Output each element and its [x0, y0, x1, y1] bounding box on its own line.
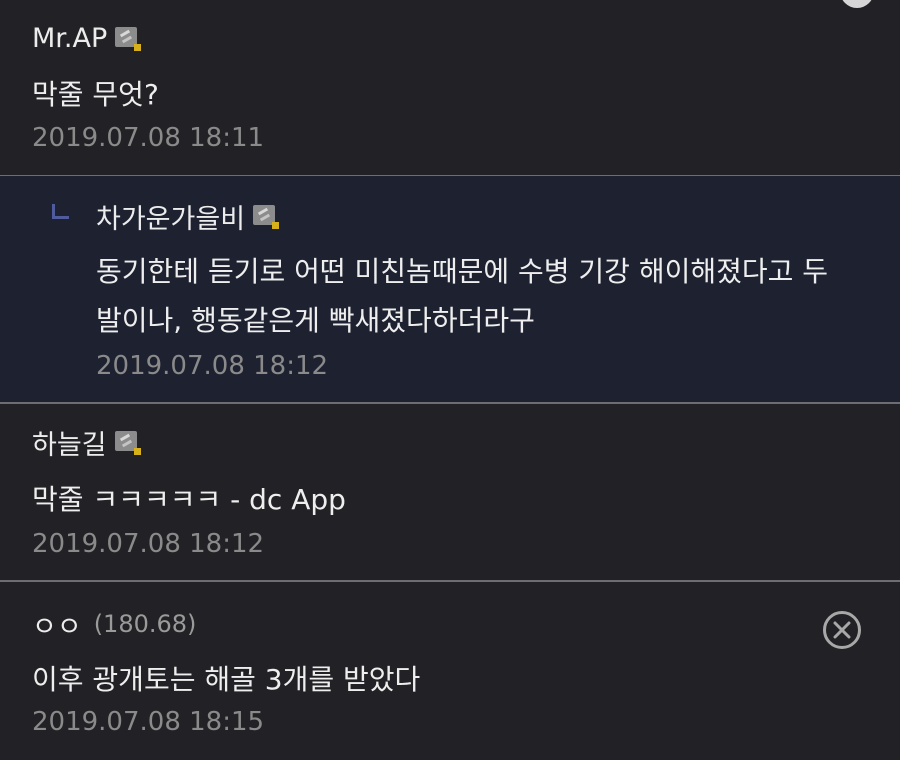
gallery-member-icon: [114, 431, 141, 455]
comment-header: 하늘길: [32, 422, 141, 462]
comment-text: 이후 광개토는 해골 3개를 받았다: [32, 663, 421, 696]
reply-item: 차가운가을비 동기한테 듣기로 어떤 미친놈때문에 수병 기강 해이해졌다고 두…: [0, 176, 900, 404]
comment-text: 막줄 무엇?: [32, 78, 159, 111]
comment-nickname[interactable]: 차가운가을비: [96, 197, 245, 236]
gallery-member-icon: [253, 205, 280, 229]
comment-text-line: 동기한테 듣기로 어떤 미친놈때문에 수병 기강 해이해졌다고 두: [96, 255, 829, 288]
comment-timestamp: 2019.07.08 18:11: [32, 123, 265, 153]
comment-item: ㅇㅇ (180.68) 이후 광개토는 해골 3개를 받았다 2019.07.0…: [0, 582, 900, 760]
comment-text-line: 발이나, 행동같은게 빡새졌다하더라구: [96, 304, 535, 337]
comment-timestamp: 2019.07.08 18:12: [96, 351, 329, 381]
close-circle-icon[interactable]: [822, 610, 862, 650]
comment-item: Mr.AP 막줄 무엇? 2019.07.08 18:11: [0, 0, 900, 176]
comment-header: 차가운가을비: [96, 196, 280, 236]
reply-arrow-icon: [52, 204, 69, 219]
comment-nickname[interactable]: Mr.AP: [32, 23, 107, 54]
comment-item: 하늘길 막줄 ㅋㅋㅋㅋㅋ - dc App 2019.07.08 18:12: [0, 404, 900, 582]
comment-timestamp: 2019.07.08 18:15: [32, 707, 265, 737]
comment-list: Mr.AP 막줄 무엇? 2019.07.08 18:11 차가운가을비 동기한…: [0, 0, 900, 760]
comment-timestamp: 2019.07.08 18:12: [32, 529, 265, 559]
comment-header: ㅇㅇ (180.68): [32, 604, 196, 644]
comment-text: 막줄 ㅋㅋㅋㅋㅋ - dc App: [32, 483, 346, 516]
comment-ip: (180.68): [93, 610, 197, 638]
comment-header: Mr.AP: [32, 18, 142, 58]
comment-nickname[interactable]: 하늘길: [32, 423, 107, 462]
comment-nickname[interactable]: ㅇㅇ: [32, 605, 82, 644]
gallery-member-icon: [115, 27, 142, 51]
